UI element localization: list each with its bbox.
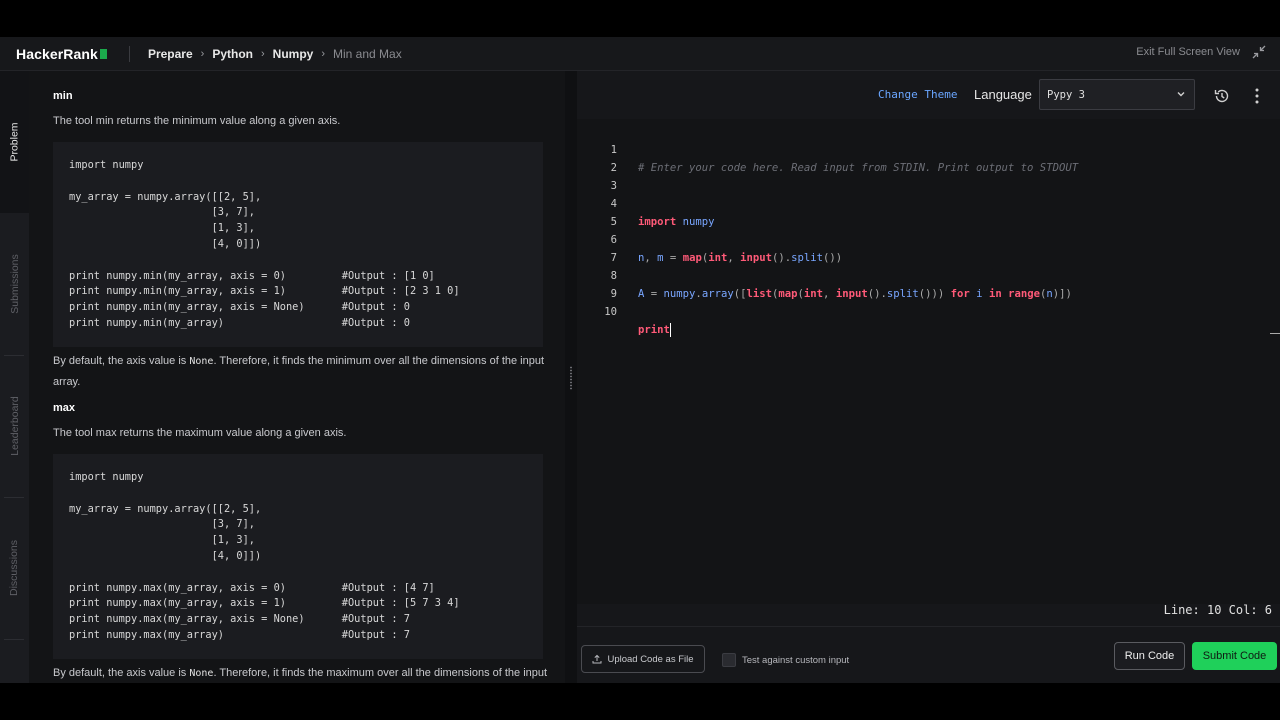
max-heading: max bbox=[53, 402, 76, 414]
line-number: 10 bbox=[604, 306, 617, 318]
max-note-text: By default, the axis value is bbox=[53, 667, 190, 679]
upload-code-button[interactable]: Upload Code as File bbox=[581, 645, 705, 673]
tab-submissions[interactable]: Submissions bbox=[0, 213, 29, 355]
shrink-fullscreen-icon[interactable] bbox=[1252, 45, 1266, 59]
editor-action-bar: Upload Code as File Test against custom … bbox=[577, 626, 1280, 683]
max-code-example: import numpy my_array = numpy.array([[2,… bbox=[53, 454, 543, 659]
run-code-button[interactable]: Run Code bbox=[1114, 642, 1185, 670]
min-code-example: import numpy my_array = numpy.array([[2,… bbox=[53, 142, 543, 347]
upload-code-label: Upload Code as File bbox=[607, 653, 694, 665]
top-navigation-bar: HackerRank Prepare › Python › Numpy › Mi… bbox=[0, 37, 1280, 71]
code-editor-panel: Change Theme Language Pypy 3 1 # Enter y… bbox=[577, 71, 1280, 683]
code-line: 8 A = numpy.array([list(map(int, input()… bbox=[577, 249, 1280, 300]
code-line: 5 bbox=[577, 195, 1280, 228]
code-line: 4 import numpy bbox=[577, 177, 1280, 228]
breadcrumb-numpy[interactable]: Numpy bbox=[273, 47, 314, 61]
language-selected-value: Pypy 3 bbox=[1047, 88, 1085, 101]
side-tab-bar: Problem Submissions Leaderboard Discussi… bbox=[0, 71, 29, 683]
max-description: The tool max returns the maximum value a… bbox=[53, 427, 347, 439]
logo-text: HackerRank bbox=[16, 45, 98, 62]
code-line: 7 bbox=[577, 231, 1280, 264]
change-theme-button[interactable]: Change Theme bbox=[878, 88, 957, 101]
tab-discussions[interactable]: Discussions bbox=[0, 497, 29, 639]
code-line: 10 print bbox=[577, 285, 1280, 337]
min-note: By default, the axis value is None. Ther… bbox=[53, 351, 548, 393]
max-note-text-end: . Therefore, it finds the maximum over a… bbox=[213, 667, 548, 679]
custom-input-label[interactable]: Test against custom input bbox=[742, 655, 849, 666]
problem-statement-panel: min The tool min returns the minimum val… bbox=[29, 71, 565, 683]
breadcrumb-prepare[interactable]: Prepare bbox=[148, 47, 193, 61]
tab-problem[interactable]: Problem bbox=[0, 71, 29, 213]
tab-problem-label: Problem bbox=[8, 122, 21, 162]
code-line: 1 # Enter your code here. Read input fro… bbox=[577, 123, 1280, 174]
language-select[interactable]: Pypy 3 bbox=[1039, 79, 1195, 110]
min-note-text: By default, the axis value is bbox=[53, 355, 190, 367]
breadcrumb-current: Min and Max bbox=[333, 46, 402, 61]
chevron-right-icon: › bbox=[321, 47, 325, 60]
logo-mark bbox=[99, 48, 107, 59]
exit-fullscreen-link[interactable]: Exit Full Screen View bbox=[1136, 46, 1240, 58]
cursor-position-status: Line: 10 Col: 6 bbox=[1163, 603, 1272, 617]
code-line: 3 bbox=[577, 159, 1280, 192]
custom-input-checkbox[interactable] bbox=[722, 653, 736, 667]
letterbox-bottom bbox=[0, 683, 1280, 720]
tab-submissions-label: Submissions bbox=[8, 254, 21, 314]
chevron-right-icon: › bbox=[260, 47, 265, 60]
chevron-down-icon bbox=[1177, 92, 1185, 97]
tab-leaderboard-label: Leaderboard bbox=[8, 396, 21, 456]
tab-divider bbox=[4, 639, 24, 640]
max-note: By default, the axis value is None. Ther… bbox=[53, 663, 548, 683]
drag-handle-icon[interactable] bbox=[569, 366, 573, 390]
header-divider bbox=[128, 45, 130, 62]
hackerrank-logo[interactable]: HackerRank bbox=[16, 46, 107, 62]
min-description: The tool min returns the minimum value a… bbox=[53, 115, 341, 127]
language-label: Language bbox=[974, 87, 1032, 102]
min-heading: min bbox=[53, 90, 73, 102]
max-code-text: import numpy my_array = numpy.array([[2,… bbox=[69, 471, 460, 641]
more-options-icon[interactable] bbox=[1253, 87, 1261, 105]
code-line: 9 bbox=[577, 267, 1280, 300]
min-note-code: None bbox=[189, 356, 214, 367]
editor-toolbar: Change Theme Language Pypy 3 bbox=[577, 71, 1280, 118]
submit-code-button[interactable]: Submit Code bbox=[1192, 642, 1277, 670]
upload-icon bbox=[592, 654, 602, 664]
breadcrumb-python[interactable]: Python bbox=[212, 47, 253, 61]
tab-discussions-label: Discussions bbox=[8, 539, 21, 597]
text-cursor bbox=[669, 323, 671, 337]
chevron-right-icon: › bbox=[200, 47, 205, 60]
code-text: print bbox=[638, 323, 671, 337]
letterbox-top bbox=[0, 0, 1280, 37]
scrollbar-marker[interactable] bbox=[1270, 333, 1280, 334]
code-line: 6 n, m = map(int, input().split()) bbox=[577, 213, 1280, 264]
history-icon[interactable] bbox=[1213, 87, 1231, 105]
code-editor[interactable]: 1 # Enter your code here. Read input fro… bbox=[577, 119, 1280, 604]
max-note-code: None bbox=[189, 668, 214, 679]
code-line: 2 bbox=[577, 141, 1280, 174]
min-code-text: import numpy my_array = numpy.array([[2,… bbox=[69, 159, 460, 329]
tab-leaderboard[interactable]: Leaderboard bbox=[0, 355, 29, 497]
